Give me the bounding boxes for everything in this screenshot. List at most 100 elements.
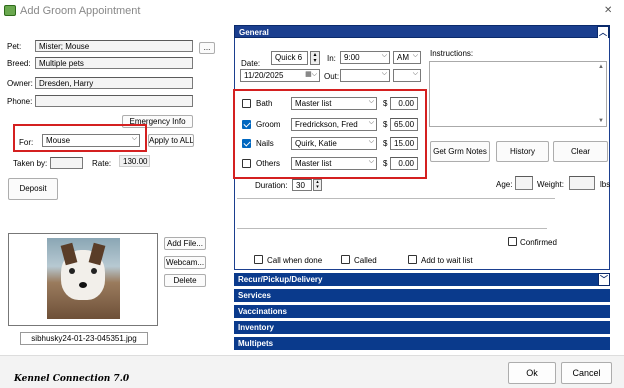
for-label: For: [19, 138, 34, 147]
price-field[interactable]: 0.00 [390, 97, 418, 110]
general-header[interactable]: General ︿ [234, 25, 610, 39]
instructions-label: Instructions: [430, 49, 474, 58]
out-ampm-select[interactable]: ⌵ [393, 69, 421, 82]
in-label: In: [327, 54, 336, 63]
chevron-down-icon: ⌵ [368, 138, 374, 145]
duration-label: Duration: [255, 181, 288, 190]
groomer-select[interactable]: Fredrickson, Fred ⌵ [291, 118, 377, 131]
section-services[interactable]: Services [234, 289, 610, 302]
currency-symbol: $ [383, 139, 388, 148]
owner-label: Owner: [7, 79, 33, 88]
pet-lookup-button[interactable]: ... [199, 42, 215, 54]
breed-field: Multiple pets [35, 57, 193, 69]
price-field[interactable]: 0.00 [390, 157, 418, 170]
service-checkbox[interactable] [242, 139, 251, 148]
section-recur-title: Recur/Pickup/Delivery [238, 275, 323, 284]
chevron-down-icon: ⌵ [412, 52, 418, 59]
add-file-button[interactable]: Add File... [164, 237, 206, 250]
rate-field: 130.00 [119, 155, 150, 167]
calendar-icon: ▦⌵ [305, 71, 317, 78]
for-select[interactable]: Mouse ⌵ [42, 134, 140, 147]
pet-field: Mister; Mouse [35, 40, 193, 52]
general-title: General [239, 28, 269, 37]
confirmed-label: Confirmed [520, 238, 557, 247]
taken-by-field[interactable] [50, 157, 83, 169]
call-when-done-checkbox[interactable] [254, 255, 263, 264]
out-label: Out: [324, 72, 340, 81]
date-picker[interactable]: 11/20/2025 ▦⌵ [240, 69, 320, 82]
price-field[interactable]: 65.00 [390, 118, 418, 131]
chevron-down-icon[interactable]: ﹀ [598, 273, 610, 286]
weight-label: Weight: [537, 180, 564, 189]
section-vaccinations-title: Vaccinations [238, 307, 287, 316]
groomer-select[interactable]: Quirk, Katie ⌵ [291, 137, 377, 150]
webcam-button[interactable]: Webcam... [164, 256, 206, 269]
cancel-button[interactable]: Cancel [561, 362, 612, 384]
window-title: Add Groom Appointment [20, 5, 141, 17]
chevron-down-icon: ⌵ [368, 158, 374, 165]
section-vaccinations[interactable]: Vaccinations [234, 305, 610, 318]
quick-spinner[interactable]: ▴ ▾ [310, 51, 320, 65]
called-label: Called [354, 256, 377, 265]
call-when-done-label: Call when done [267, 256, 323, 265]
quick-value: Quick 6 [275, 53, 303, 62]
ok-button[interactable]: Ok [508, 362, 556, 384]
phone-field[interactable] [35, 95, 193, 107]
service-checkbox[interactable] [242, 99, 251, 108]
price-field[interactable]: 15.00 [390, 137, 418, 150]
close-icon[interactable]: ✕ [604, 5, 612, 16]
title-bar: Add Groom Appointment ✕ [0, 0, 624, 22]
currency-symbol: $ [383, 99, 388, 108]
for-value: Mouse [46, 136, 71, 145]
currency-symbol: $ [383, 120, 388, 129]
chevron-down-icon: ⌵ [381, 52, 387, 59]
history-button[interactable]: History [496, 141, 549, 162]
weight-field [569, 176, 595, 190]
section-inventory[interactable]: Inventory [234, 321, 610, 334]
in-time-value: 9:00 [344, 53, 360, 62]
date-value: 11/20/2025 [244, 71, 284, 80]
divider [237, 228, 547, 229]
section-multipets-title: Multipets [238, 339, 274, 348]
groomer-select[interactable]: Master list ⌵ [291, 157, 377, 170]
in-ampm-select[interactable]: AM ⌵ [393, 51, 421, 64]
service-checkbox[interactable] [242, 120, 251, 129]
scroll-down-icon[interactable]: ▼ [598, 118, 604, 124]
quick-select[interactable]: Quick 6 [271, 51, 308, 65]
delete-photo-button[interactable]: Delete [164, 274, 206, 287]
pet-label: Pet: [7, 42, 22, 51]
section-services-title: Services [238, 291, 271, 300]
called-checkbox[interactable] [341, 255, 350, 264]
service-row: Groom Fredrickson, Fred ⌵ $ 65.00 [240, 118, 420, 132]
photo-filename: sibhusky24-01-23-045351.jpg [20, 332, 148, 345]
apply-to-all-button[interactable]: Apply to ALL [148, 134, 194, 147]
section-inventory-title: Inventory [238, 323, 275, 332]
deposit-button[interactable]: Deposit [8, 178, 58, 200]
age-label: Age: [496, 180, 513, 189]
duration-spinner[interactable]: ▴ ▾ [313, 179, 322, 191]
brand-label: Kennel Connection 7.0 [14, 374, 130, 384]
section-multipets[interactable]: Multipets [234, 337, 610, 350]
photo-frame [8, 233, 158, 326]
service-checkbox[interactable] [242, 159, 251, 168]
out-time-select[interactable]: ⌵ [340, 69, 390, 82]
service-row: Nails Quirk, Katie ⌵ $ 15.00 [240, 137, 420, 151]
groomer-select[interactable]: Master list ⌵ [291, 97, 377, 110]
service-name: Groom [256, 120, 281, 129]
scroll-up-icon[interactable]: ▲ [598, 64, 604, 70]
confirmed-checkbox[interactable] [508, 237, 517, 246]
groomer-value: Master list [295, 159, 332, 168]
currency-symbol: $ [383, 159, 388, 168]
add-to-wait-list-checkbox[interactable] [408, 255, 417, 264]
section-recur[interactable]: Recur/Pickup/Delivery ﹀ [234, 273, 610, 286]
get-grm-notes-button[interactable]: Get Grm Notes [430, 141, 490, 162]
chevron-down-icon: ⌵ [381, 70, 387, 77]
service-row: Others Master list ⌵ $ 0.00 [240, 157, 420, 171]
clear-button[interactable]: Clear [553, 141, 608, 162]
in-time-select[interactable]: 9:00 ⌵ [340, 51, 390, 64]
in-ampm-value: AM [397, 53, 409, 62]
add-to-wait-list-label: Add to wait list [421, 256, 473, 265]
duration-field[interactable]: 30 [292, 179, 312, 191]
chevron-down-icon: ⌵ [368, 119, 374, 126]
instructions-textarea[interactable]: ▲ ▼ [429, 61, 607, 127]
